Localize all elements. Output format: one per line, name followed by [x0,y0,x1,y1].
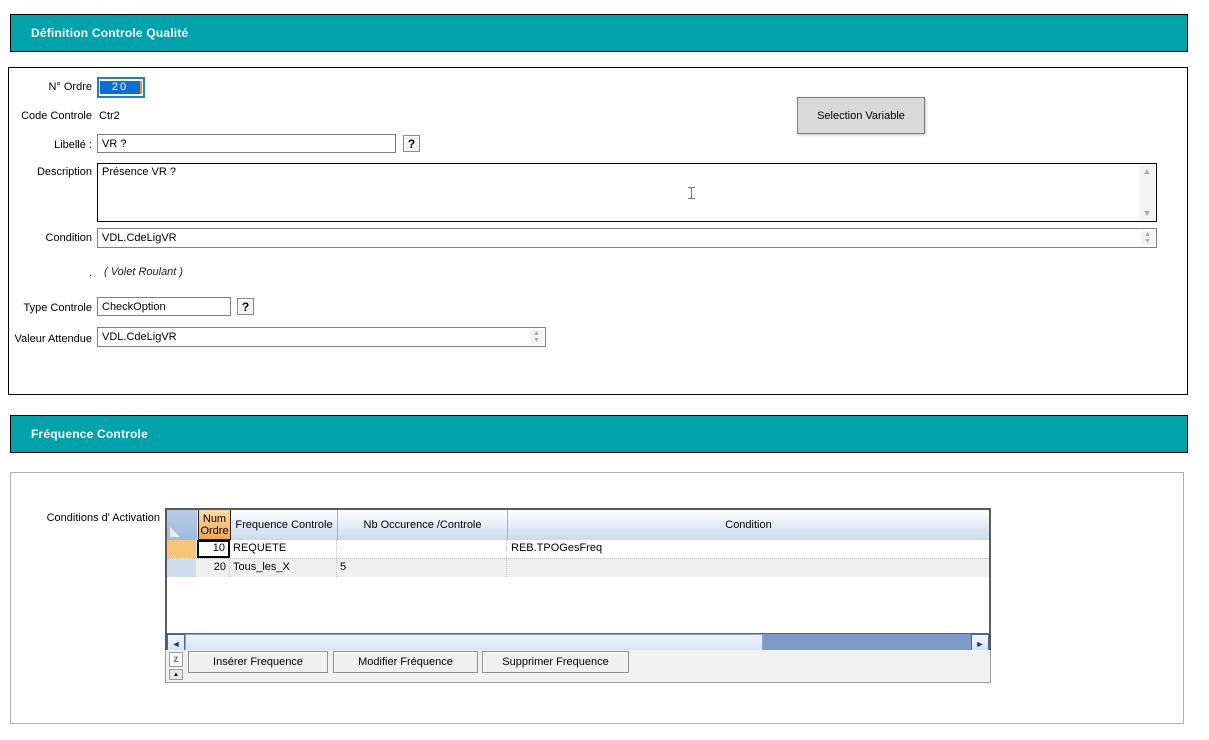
condition-spinner[interactable]: ▲ ▼ [1141,231,1154,245]
condition-label: Condition [0,232,92,244]
cell-condition[interactable] [507,559,989,577]
column-header-nb-occurence[interactable]: Nb Occurence /Controle [338,510,508,540]
corner-triangle-icon [170,527,180,537]
scroll-up-icon[interactable]: ▲ [1143,167,1152,176]
table-header-row: Num Ordre Frequence Controle Nb Occurenc… [167,510,989,540]
spinner-down-icon[interactable]: ▼ [1144,238,1151,245]
libelle-label: Libellé : [0,139,92,151]
libelle-value: VR ? [102,138,126,150]
condition-value: VDL.CdeLigVR [102,232,177,244]
table-row[interactable]: 20 Tous_les_X 5 [167,558,989,577]
type-controle-value: CheckOption [102,301,166,313]
condition-input[interactable]: VDL.CdeLigVR ▲ ▼ [97,228,1157,248]
type-controle-help-button[interactable]: ? [237,298,254,315]
cell-num-ordre-selected[interactable]: 10 [197,540,230,558]
table-empty-area [167,577,989,633]
table-row[interactable]: 10 REQUETE REB.TPOGesFreq [167,540,989,558]
text-caret [140,81,142,94]
conditions-activation-label: Conditions d' Activation [0,512,160,524]
description-value: Présence VR ? [102,166,176,178]
description-label: Description [0,166,92,178]
selection-variable-button[interactable]: Selection Variable [797,97,925,134]
volet-roulant-note: ( Volet Roulant ) [104,266,183,278]
code-controle-label: Code Controle [0,110,92,122]
application-window: Définition Controle Qualité N° Ordre 20 … [0,0,1209,740]
column-header-condition[interactable]: Condition [508,510,989,540]
spinner-up-icon[interactable]: ▲ [1144,231,1151,238]
description-scrollbar[interactable]: ▲ ▼ [1139,165,1155,220]
cell-nb-occurence[interactable]: 5 [337,559,507,577]
cell-frequence[interactable]: Tous_les_X [230,559,337,577]
spinner-up-icon[interactable]: ▲ [533,330,540,337]
inserer-frequence-button[interactable]: Insérer Frequence [188,651,328,673]
cell-nb-occurence[interactable] [337,540,507,558]
section-header-frequence: Fréquence Controle [10,415,1188,453]
column-header-num-ordre[interactable]: Num Ordre [198,510,231,540]
table-corner-cell[interactable] [167,510,198,540]
text-cursor-icon [687,186,696,200]
valeur-attendue-label: Valeur Attendue [0,333,92,345]
spinner-down-icon[interactable]: ▼ [533,337,540,344]
valeur-attendue-input[interactable]: VDL.CdeLigVR ▲ ▼ [97,327,546,347]
scroll-down-icon[interactable]: ▼ [1143,209,1152,218]
description-textarea[interactable]: Présence VR ? ▲ ▼ [97,163,1157,222]
cell-num-ordre[interactable]: 20 [197,559,230,577]
type-controle-input[interactable]: CheckOption [97,297,231,316]
section-title: Définition Controle Qualité [31,26,188,40]
dot-label: . [0,267,92,279]
modifier-frequence-button[interactable]: Modifier Fréquence [333,651,478,673]
column-header-frequence[interactable]: Frequence Controle [231,510,338,540]
libelle-input[interactable]: VR ? [97,134,396,153]
frequence-table: Num Ordre Frequence Controle Nb Occurenc… [165,508,991,655]
table-zoom-icon[interactable]: z [169,652,183,667]
collapse-up-icon[interactable]: ▲ [169,669,183,680]
code-controle-value: Ctr2 [99,110,120,122]
row-selector[interactable] [167,540,197,558]
valeur-attendue-value: VDL.CdeLigVR [102,331,177,343]
valeur-attendue-spinner[interactable]: ▲ ▼ [530,330,543,344]
row-selector[interactable] [167,559,197,577]
selected-text: 20 [100,81,140,94]
cell-condition[interactable]: REB.TPOGesFreq [507,540,989,558]
num-ordre-label: N° Ordre [0,81,92,93]
type-controle-label: Type Controle [0,302,92,314]
libelle-help-button[interactable]: ? [403,135,420,152]
supprimer-frequence-button[interactable]: Supprimer Frequence [482,651,629,673]
section-title: Fréquence Controle [31,427,148,441]
section-header-definition: Définition Controle Qualité [10,14,1188,52]
num-ordre-input[interactable]: 20 [97,77,145,98]
cell-frequence[interactable]: REQUETE [230,540,337,558]
